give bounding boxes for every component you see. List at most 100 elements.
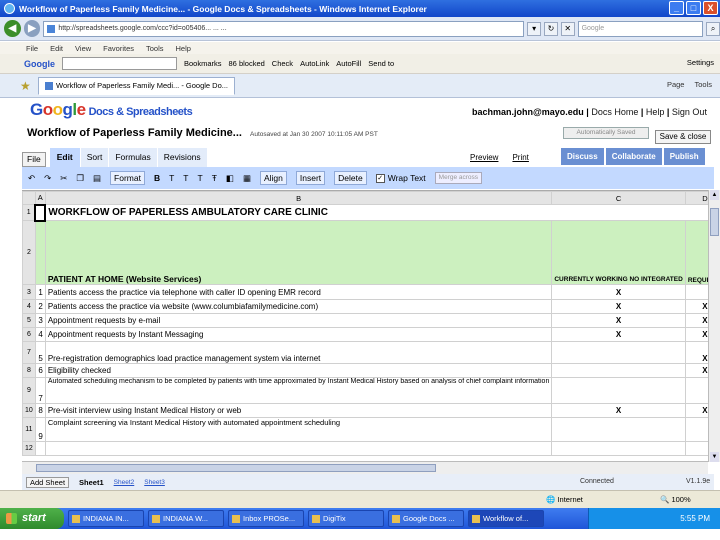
menu-favorites[interactable]: Favorites (103, 44, 134, 53)
table-cell[interactable]: X (684, 363, 708, 378)
table-cell[interactable]: X (551, 299, 686, 314)
google-toolbar-search[interactable] (62, 57, 177, 70)
sheet-title-cell[interactable]: WORKFLOW OF PAPERLESS AMBULATORY CARE CL… (44, 204, 708, 221)
row-number[interactable]: 3 (22, 284, 36, 300)
table-cell[interactable]: X (551, 284, 686, 300)
table-cell[interactable]: Pre-visit interview using Instant Medica… (44, 403, 553, 418)
wrap-text-checkbox[interactable]: ✓ (375, 173, 385, 183)
toolbar-autofill[interactable]: AutoFill (336, 59, 361, 68)
taskbar-item-active[interactable]: Workflow of... (468, 510, 544, 527)
column-header[interactable]: A (34, 191, 46, 205)
row-number[interactable]: 1 (22, 204, 36, 221)
maximize-button[interactable]: □ (686, 1, 701, 15)
table-cell[interactable]: 1 (34, 284, 46, 300)
bold-button[interactable]: B (154, 173, 160, 183)
table-cell[interactable]: Complaint screening via Instant Medical … (44, 417, 553, 442)
zoom-level[interactable]: 🔍 100% (660, 495, 691, 504)
row-number[interactable]: 4 (22, 299, 36, 314)
insert-dropdown[interactable]: Insert (295, 171, 326, 185)
forward-button[interactable]: ▶ (23, 20, 41, 37)
column-header[interactable]: B (44, 191, 553, 205)
back-button[interactable]: ◀ (4, 20, 21, 37)
borders-icon[interactable]: ▦ (243, 173, 251, 184)
row-number[interactable]: 7 (22, 341, 36, 364)
table-cell[interactable]: X (684, 327, 708, 342)
column-header[interactable]: C (551, 191, 686, 205)
table-cell[interactable]: Pre-registration demographics load pract… (44, 341, 553, 364)
row-number[interactable]: 5 (22, 313, 36, 328)
publish-button[interactable]: Publish (663, 148, 705, 165)
undo-icon[interactable]: ↶ (28, 173, 35, 184)
vertical-scroll-thumb[interactable] (710, 208, 719, 236)
menu-view[interactable]: View (75, 44, 91, 53)
copy-icon[interactable]: ❐ (76, 173, 84, 184)
help-link[interactable]: Help (646, 107, 665, 117)
collaborate-button[interactable]: Collaborate (605, 148, 662, 165)
cut-icon[interactable]: ✂ (60, 173, 67, 184)
minimize-button[interactable]: _ (669, 1, 684, 15)
vertical-scrollbar[interactable]: ▲ ▼ (708, 190, 720, 462)
table-cell[interactable]: X (551, 313, 686, 328)
preview-link[interactable]: Preview (470, 153, 498, 162)
toolbar-settings[interactable]: Settings (687, 58, 714, 67)
discuss-button[interactable]: Discuss (561, 148, 604, 165)
table-cell[interactable]: 8 (34, 403, 46, 418)
search-input[interactable]: Google (577, 20, 704, 37)
start-button[interactable]: start (0, 508, 64, 529)
search-icon[interactable]: ⌕ (706, 21, 720, 36)
tools-menu[interactable]: Tools (694, 80, 712, 89)
font-button[interactable]: T (169, 173, 174, 183)
table-cell[interactable]: X (551, 327, 686, 342)
text-color-button[interactable]: T (198, 173, 203, 183)
table-cell[interactable]: Patients access the practice via website… (44, 299, 553, 314)
table-cell[interactable]: 6 (34, 363, 46, 378)
menu-edit[interactable]: Edit (50, 44, 63, 53)
table-cell[interactable]: 9 (34, 417, 46, 442)
table-cell[interactable]: 4 (34, 327, 46, 342)
align-dropdown[interactable]: Align (259, 171, 287, 185)
row-number[interactable]: 8 (22, 363, 36, 378)
clock[interactable]: 5:55 PM (680, 514, 710, 523)
sign-out-link[interactable]: Sign Out (672, 107, 707, 117)
refresh-icon[interactable]: ↻ (544, 21, 558, 36)
menu-help[interactable]: Help (176, 44, 191, 53)
horizontal-scrollbar[interactable] (22, 461, 708, 474)
table-cell[interactable]: Automated scheduling mechanism to be com… (44, 377, 553, 404)
favorites-star-icon[interactable]: ★ (20, 79, 34, 93)
tab-sort[interactable]: Sort (80, 148, 109, 167)
table-cell[interactable] (551, 377, 686, 404)
table-cell[interactable]: 3 (34, 313, 46, 328)
table-cell[interactable] (44, 441, 553, 456)
taskbar-item[interactable]: DigiTix (308, 510, 384, 527)
sheet-tab-2[interactable]: Sheet2 (114, 479, 135, 486)
tab-formulas[interactable]: Formulas (109, 148, 157, 167)
table-cell[interactable]: 7 (34, 377, 46, 404)
scroll-down-icon[interactable]: ▼ (710, 452, 719, 462)
menu-tools[interactable]: Tools (146, 44, 164, 53)
tab-revisions[interactable]: Revisions (157, 148, 207, 167)
row-number[interactable]: 12 (22, 441, 36, 456)
selected-cell[interactable] (34, 203, 47, 222)
toolbar-autolink[interactable]: AutoLink (300, 59, 329, 68)
delete-dropdown[interactable]: Delete (334, 171, 367, 185)
header-cell-b[interactable]: PATIENT AT HOME (Website Services) (44, 220, 553, 285)
table-cell[interactable]: Appointment requests by e-mail (44, 313, 553, 328)
table-cell[interactable]: 2 (34, 299, 46, 314)
horizontal-scroll-thumb[interactable] (36, 464, 436, 472)
browser-tab[interactable]: Workflow of Paperless Family Medi... - G… (38, 76, 236, 95)
address-input[interactable]: http://spreadsheets.google.com/ccc?id=o0… (43, 20, 525, 37)
table-cell[interactable]: X (684, 299, 708, 314)
table-cell[interactable]: X (684, 341, 708, 364)
table-cell[interactable]: 5 (34, 341, 46, 364)
table-cell[interactable] (34, 220, 46, 285)
menu-file[interactable]: File (26, 44, 38, 53)
table-cell[interactable] (551, 363, 686, 378)
toolbar-popup-blocker[interactable]: 86 blocked (229, 59, 265, 68)
row-number[interactable]: 10 (22, 403, 36, 418)
stop-icon[interactable]: ✕ (560, 21, 575, 36)
sheet-tab-3[interactable]: Sheet3 (144, 479, 165, 486)
scroll-up-icon[interactable]: ▲ (710, 190, 719, 200)
table-cell[interactable] (551, 341, 686, 364)
add-sheet-button[interactable]: Add Sheet (26, 476, 70, 488)
row-number[interactable]: 11 (22, 417, 36, 442)
